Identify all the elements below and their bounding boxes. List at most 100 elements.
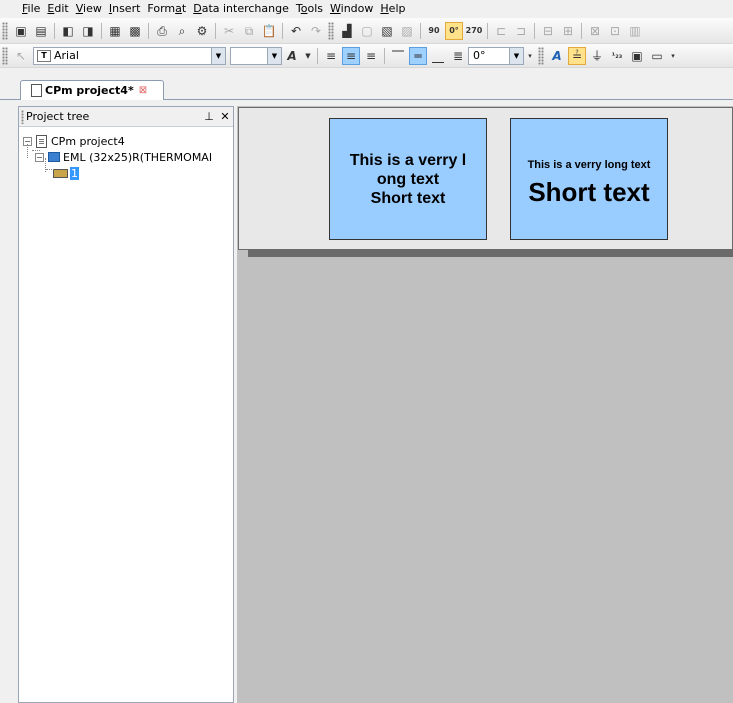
new-label-icon[interactable]: ▤ <box>33 23 49 39</box>
close-tab-icon[interactable]: ⊠ <box>139 85 147 96</box>
toolbar-grip[interactable] <box>2 21 8 40</box>
collapse-icon[interactable]: − <box>35 152 44 162</box>
text-box-icon[interactable]: ▣ <box>629 48 645 64</box>
text-box-1[interactable]: This is a verry l ong text Short text <box>329 118 487 240</box>
layout-item-icon <box>53 168 68 178</box>
close-icon[interactable]: ✕ <box>217 110 233 123</box>
same-height-icon[interactable]: ⊡ <box>607 23 623 39</box>
designer-canvas[interactable]: This is a verry l ong text Short text Th… <box>237 106 733 703</box>
rotation-combo[interactable]: 0° ▼ <box>468 46 524 65</box>
label-shadow <box>248 250 733 257</box>
menu-item-data-interchange[interactable]: Data interchange <box>193 0 289 18</box>
left-dock-edge <box>0 106 18 703</box>
rotation-value: 0° <box>473 49 486 62</box>
chevron-down-icon[interactable]: ▼ <box>304 48 312 64</box>
paste-icon[interactable]: 📋 <box>261 23 277 39</box>
print-preview-icon[interactable]: ⌕ <box>174 23 190 39</box>
tree-node-project[interactable]: − CPm project4 <box>23 133 233 149</box>
ungroup-icon[interactable]: ▨ <box>399 23 415 39</box>
panel-header: Project tree ⊥ ✕ <box>19 107 233 127</box>
main-toolbar: ▣ ▤ ◧ ◨ ▦ ▩ ⎙ ⌕ ⚙ ✂ ⧉ 📋 ↶ ↷ ▟ ▢ ▧ ▨ 90 0… <box>0 18 733 44</box>
label-page[interactable]: This is a verry l ong text Short text Th… <box>238 107 733 250</box>
justify-icon[interactable]: ≣ <box>450 48 466 64</box>
group-icon[interactable]: ▧ <box>379 23 395 39</box>
toolbar-grip-4[interactable] <box>538 46 544 65</box>
project-file-icon <box>36 134 47 148</box>
menu-item-insert[interactable]: Insert <box>109 0 141 18</box>
align-right-icon[interactable]: ⊐ <box>513 23 529 39</box>
open-icon[interactable]: ◧ <box>60 23 76 39</box>
menu-item-edit[interactable]: Edit <box>47 0 68 18</box>
save-as-icon[interactable]: ▩ <box>127 23 143 39</box>
tree-node-label-design[interactable]: − EML (32x25)R(THERMOMAI <box>23 149 233 165</box>
align-text-center-icon[interactable]: ≡ <box>342 46 360 65</box>
font-name-combo[interactable]: T Arial ▼ <box>33 46 226 65</box>
project-tree: − CPm project4 − EML (32x25)R(THERMOMAI … <box>19 127 233 181</box>
valign-middle-icon[interactable]: ═ <box>409 46 427 65</box>
font-size-combo[interactable]: ▼ <box>230 46 282 65</box>
print-setup-icon[interactable]: ⚙ <box>194 23 210 39</box>
align-left-icon[interactable]: ⊏ <box>493 23 509 39</box>
format-toolbar: ↖ T Arial ▼ ▼ A ▼ ≡ ≡ ≡ ⎺ ═ ⎽ ≣ 0° ▼ ▾ A… <box>0 44 733 68</box>
cut-icon[interactable]: ✂ <box>221 23 237 39</box>
valign-top-icon[interactable]: ⎺ <box>390 48 406 64</box>
anchor-icon[interactable]: ⏚ <box>589 48 605 64</box>
same-width-icon[interactable]: ⊠ <box>587 23 603 39</box>
tab-label: CPm project4* <box>45 84 134 97</box>
overflow-chevron-icon[interactable]: ▾ <box>526 48 534 64</box>
tree-node-item[interactable]: 1 <box>23 165 233 181</box>
truetype-font-icon: T <box>37 49 51 62</box>
font-name-value: Arial <box>54 49 79 62</box>
save-icon[interactable]: ▦ <box>107 23 123 39</box>
tab-project[interactable]: CPm project4* ⊠ <box>20 80 164 100</box>
new-project-icon[interactable]: ▣ <box>13 23 29 39</box>
pointer-icon[interactable]: ↖ <box>13 48 29 64</box>
toolbar-grip-3[interactable] <box>2 46 8 65</box>
same-size-icon[interactable]: ▥ <box>627 23 643 39</box>
toolbar-grip-2[interactable] <box>328 21 334 40</box>
project-tree-panel: Project tree ⊥ ✕ − CPm project4 − EML (3… <box>18 106 234 703</box>
barcode-box-icon[interactable]: ▭ <box>649 48 665 64</box>
chevron-down-icon[interactable]: ▼ <box>509 47 523 64</box>
print-icon[interactable]: ⎙ <box>154 23 170 39</box>
menu-item-view[interactable]: View <box>76 0 102 18</box>
menu-bar: File Edit View Insert Format Data interchange… <box>0 0 733 18</box>
panel-title: Project tree <box>26 110 90 123</box>
subscript-superscript-icon[interactable]: ¹₂₃ <box>609 48 625 64</box>
undo-icon[interactable]: ↶ <box>288 23 304 39</box>
bring-to-front-icon[interactable]: ▟ <box>339 23 355 39</box>
valign-bottom-icon[interactable]: ⎽ <box>430 48 446 64</box>
redo-icon[interactable]: ↷ <box>308 23 324 39</box>
menu-item-window[interactable]: Window <box>330 0 373 18</box>
pin-icon[interactable]: ⊥ <box>201 110 217 123</box>
copy-icon[interactable]: ⧉ <box>241 23 257 39</box>
overflow-chevron-icon[interactable]: ▾ <box>669 48 677 64</box>
open-recent-icon[interactable]: ◨ <box>80 23 96 39</box>
text-box-1-content: This is a verry l ong text Short text <box>349 151 467 207</box>
tree-node-label: EML (32x25)R(THERMOMAI <box>63 150 213 164</box>
menu-item-help[interactable]: Help <box>380 0 405 18</box>
rotate-0-icon[interactable]: 0° <box>445 21 463 40</box>
text-color-icon[interactable]: A <box>284 48 300 64</box>
distribute-v-icon[interactable]: ⊞ <box>560 23 576 39</box>
label-icon <box>48 152 60 162</box>
align-text-right-icon[interactable]: ≡ <box>363 48 379 64</box>
text-box-2[interactable]: This is a verry long text Short text <box>510 118 668 240</box>
distribute-h-icon[interactable]: ⊟ <box>540 23 556 39</box>
rotate-270-icon[interactable]: 270 <box>466 23 483 39</box>
document-tab-bar: CPm project4* ⊠ <box>0 68 733 100</box>
panel-grip[interactable] <box>21 109 24 124</box>
send-to-back-icon[interactable]: ▢ <box>359 23 375 39</box>
menu-item-tools[interactable]: Tools <box>296 0 323 18</box>
menu-item-format[interactable]: Format <box>147 0 186 18</box>
autosize-text-icon[interactable]: ≟ <box>568 46 586 65</box>
chevron-down-icon[interactable]: ▼ <box>211 47 225 64</box>
text-box-2-big-text: Short text <box>528 177 650 207</box>
font-style-icon[interactable]: A <box>549 48 565 64</box>
tree-node-label: CPm project4 <box>51 134 125 148</box>
chevron-down-icon[interactable]: ▼ <box>267 47 281 64</box>
menu-item-file[interactable]: File <box>22 0 40 18</box>
rotate-90-icon[interactable]: 90 <box>426 23 442 39</box>
tree-node-label: 1 <box>70 166 79 180</box>
align-text-left-icon[interactable]: ≡ <box>323 48 339 64</box>
